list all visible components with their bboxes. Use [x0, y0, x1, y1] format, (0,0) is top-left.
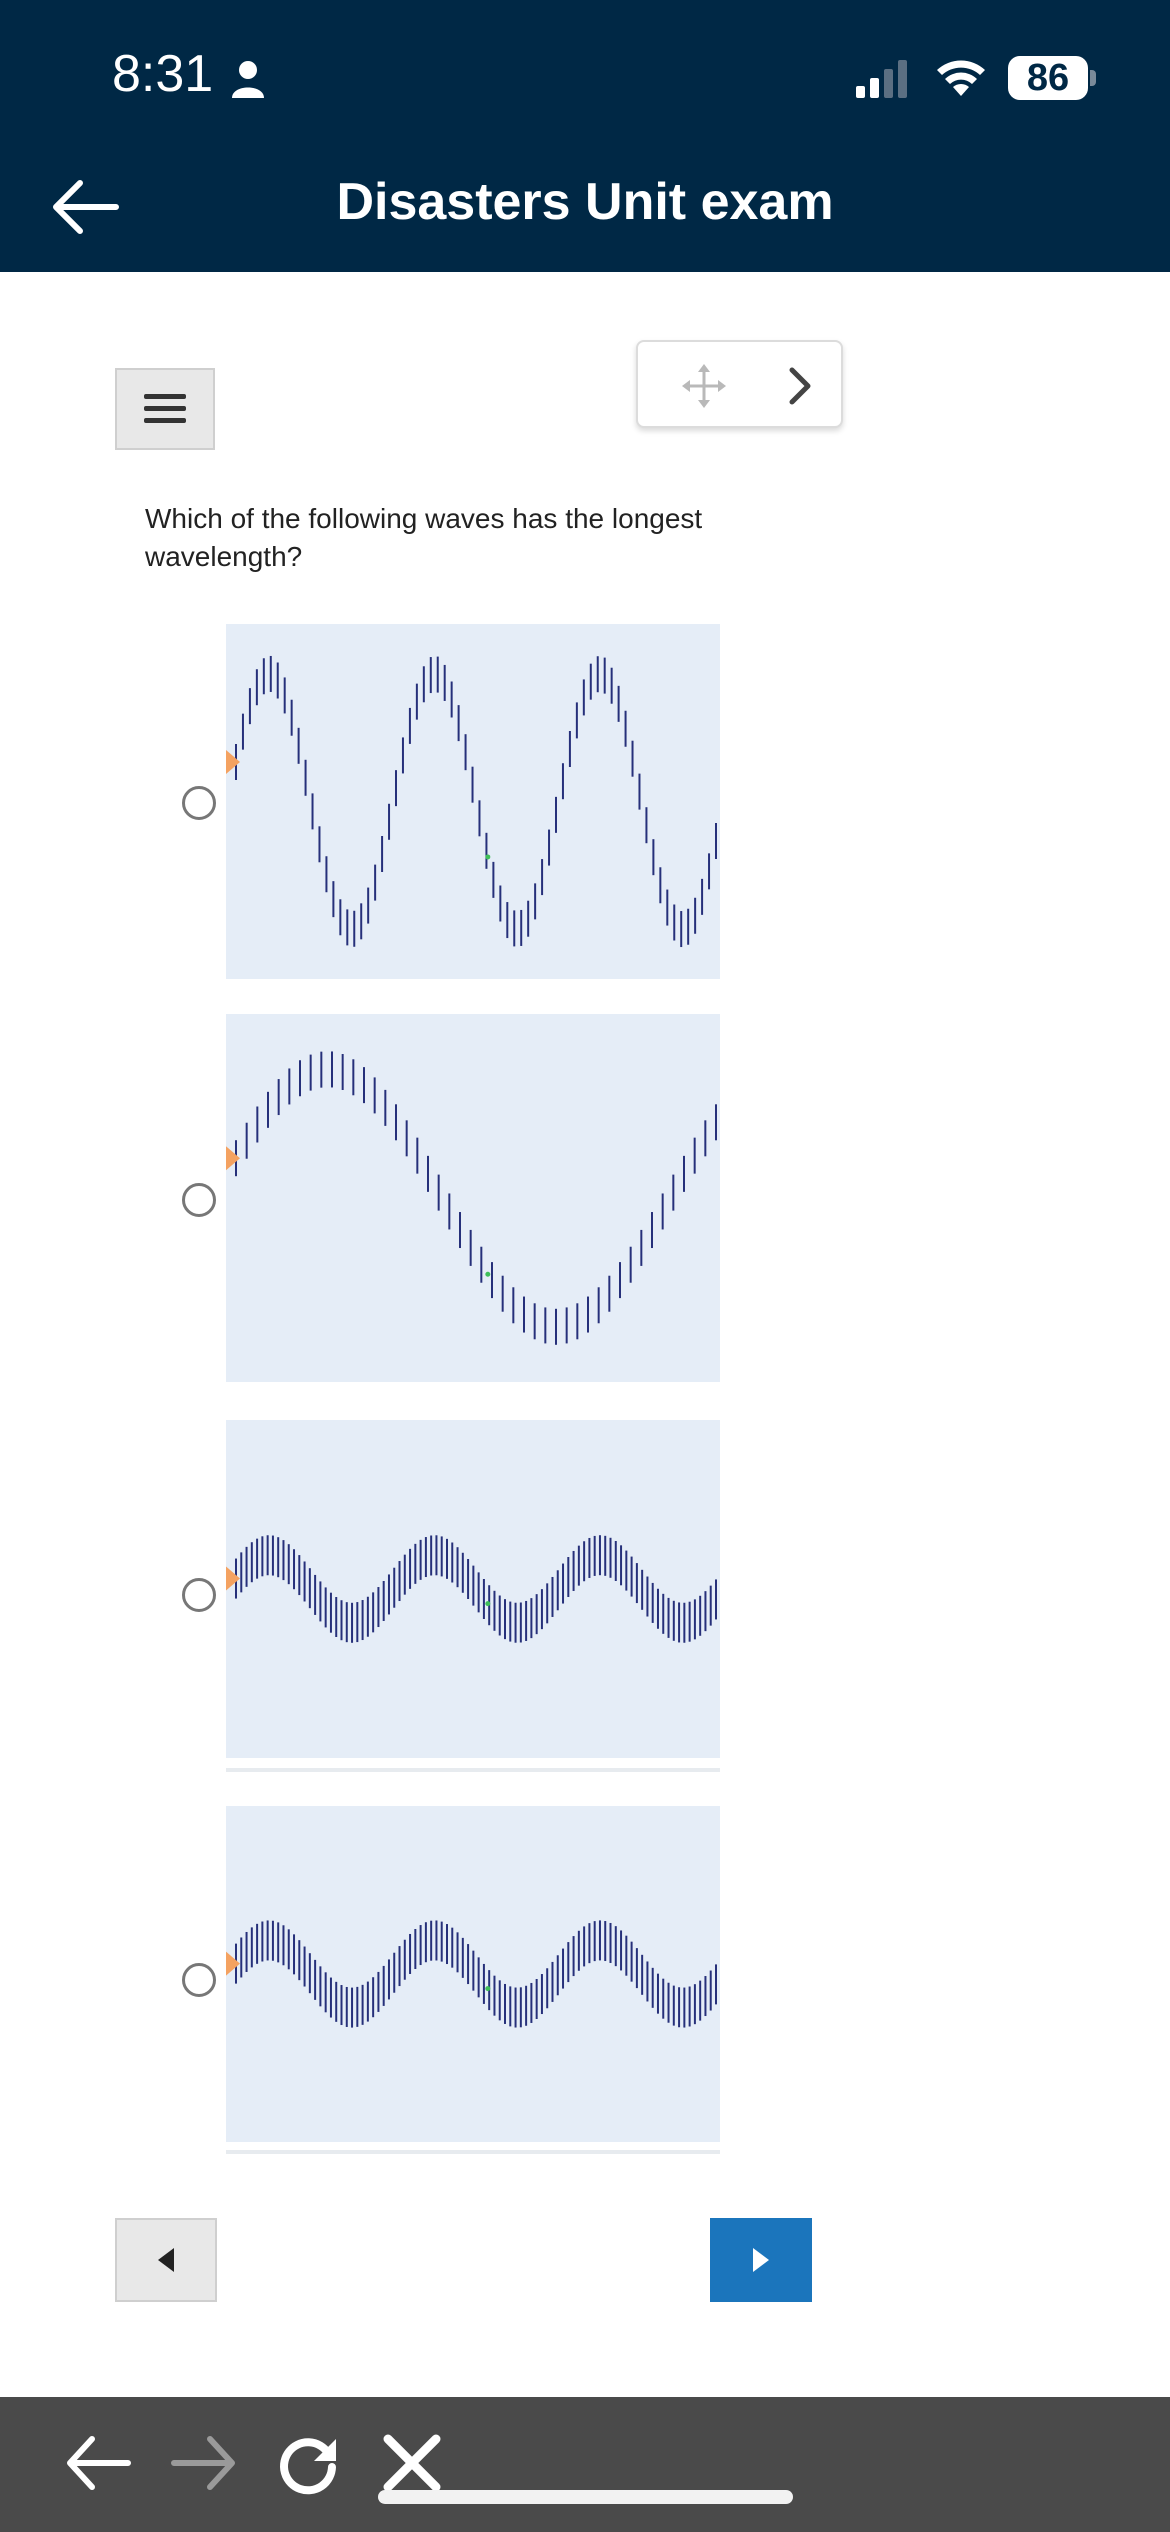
- browser-forward-icon[interactable]: [168, 2431, 240, 2495]
- close-icon[interactable]: [380, 2431, 444, 2495]
- wave-graphic: [226, 1535, 717, 1643]
- floating-toolbox: [636, 340, 843, 428]
- wave-source-marker: [226, 750, 240, 775]
- wave-panel: [226, 1014, 720, 1382]
- wave-panel: [226, 1420, 720, 1758]
- wave-panel: [226, 624, 720, 979]
- wave-source-marker: [226, 1566, 240, 1591]
- next-button[interactable]: [710, 2218, 812, 2302]
- wave-graphic: [226, 655, 717, 948]
- option-radio[interactable]: [182, 1963, 216, 1997]
- wave-source-marker: [226, 1951, 240, 1976]
- wave-tracker-point: [485, 1986, 491, 1992]
- status-time: 8:31: [112, 45, 214, 103]
- cellular-signal-icon: [856, 60, 907, 98]
- page-title: Disasters Unit exam: [336, 173, 834, 231]
- battery-tip: [1090, 70, 1096, 86]
- wave-panel: [226, 1806, 720, 2142]
- panel-divider: [226, 2150, 720, 2154]
- reload-icon[interactable]: [274, 2431, 346, 2495]
- previous-button[interactable]: [115, 2218, 217, 2302]
- wave-tracker-point: [485, 1271, 491, 1277]
- question-text: Which of the following waves has the lon…: [145, 503, 703, 572]
- hamburger-icon: [144, 394, 186, 423]
- chevron-right-icon[interactable]: [776, 362, 824, 410]
- browser-back-icon[interactable]: [62, 2431, 134, 2495]
- option-radio[interactable]: [182, 1183, 216, 1217]
- option-radio[interactable]: [182, 786, 216, 820]
- wave-tracker-point: [485, 1601, 491, 1607]
- panel-divider: [226, 1768, 720, 1772]
- browser-toolbar: [0, 2397, 1170, 2532]
- wave-source-marker: [226, 1146, 240, 1171]
- caret-left-icon: [158, 2248, 174, 2272]
- battery-indicator: 86: [1008, 56, 1088, 100]
- option-radio[interactable]: [182, 1578, 216, 1612]
- menu-button[interactable]: [115, 368, 215, 450]
- wave-graphic: [226, 1920, 717, 2028]
- move-icon[interactable]: [680, 362, 728, 410]
- wave-graphic: [226, 1051, 717, 1345]
- home-indicator: [378, 2490, 793, 2504]
- caret-right-icon: [753, 2248, 769, 2272]
- wave-tracker-point: [485, 854, 491, 860]
- app-header: 8:31 86 Disasters Unit exam: [0, 0, 1170, 272]
- person-icon: [232, 61, 264, 98]
- wifi-icon: [937, 60, 985, 96]
